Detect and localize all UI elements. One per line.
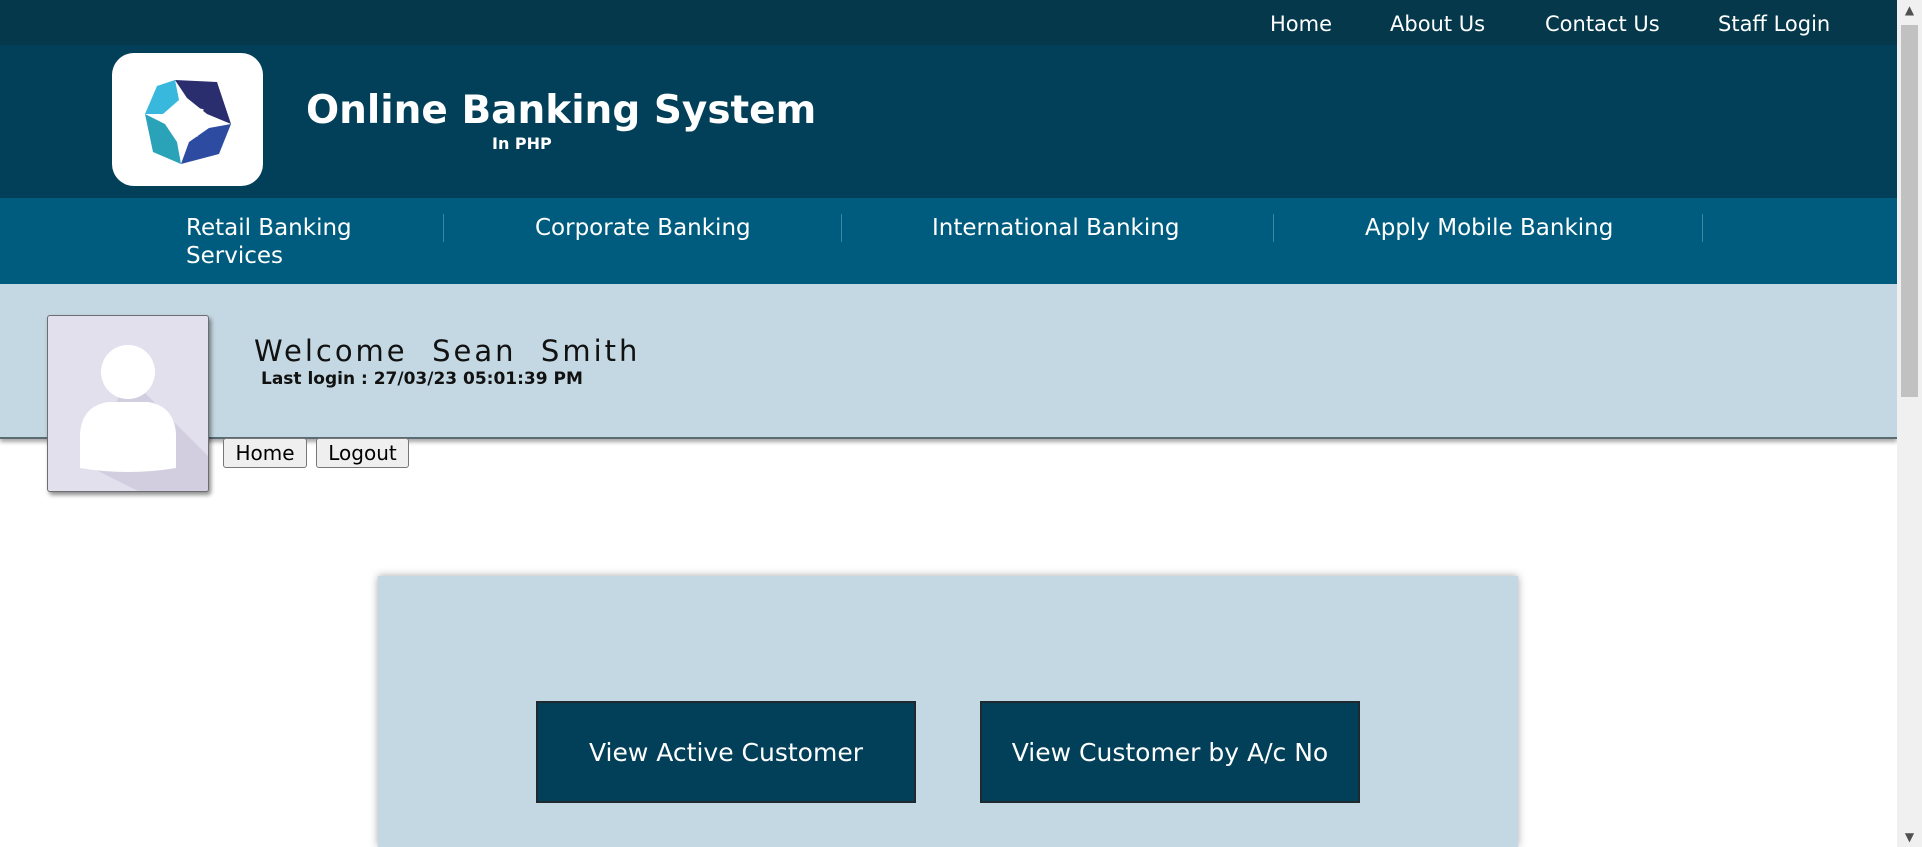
top-nav-about-us[interactable]: About Us xyxy=(1390,12,1485,36)
nav-corporate-banking[interactable]: Corporate Banking xyxy=(535,214,751,242)
scroll-thumb[interactable] xyxy=(1901,25,1918,397)
scroll-down-arrow-icon[interactable]: ▼ xyxy=(1897,827,1922,847)
top-nav-contact-us[interactable]: Contact Us xyxy=(1545,12,1660,36)
nav-divider xyxy=(841,214,842,242)
vertical-scrollbar[interactable]: ▲ ▼ xyxy=(1897,0,1922,847)
bank-logo xyxy=(112,53,263,186)
site-header xyxy=(0,45,1897,198)
nav-retail-banking[interactable]: Retail Banking Services xyxy=(186,214,376,270)
welcome-message: Welcome Sean Smith xyxy=(254,334,641,368)
nav-divider xyxy=(1273,214,1274,242)
nav-divider xyxy=(443,214,444,242)
site-title: Online Banking System xyxy=(306,88,817,133)
nav-apply-mobile-banking[interactable]: Apply Mobile Banking xyxy=(1365,214,1613,242)
nav-divider xyxy=(1702,214,1703,242)
home-button[interactable]: Home xyxy=(223,438,307,468)
top-nav-staff-login[interactable]: Staff Login xyxy=(1718,12,1830,36)
site-subtitle: In PHP xyxy=(492,134,552,153)
user-avatar xyxy=(47,315,209,492)
view-customer-by-account-button[interactable]: View Customer by A/c No xyxy=(980,701,1360,803)
last-login-text: Last login : 27/03/23 05:01:39 PM xyxy=(261,369,583,389)
scroll-up-arrow-icon[interactable]: ▲ xyxy=(1897,0,1922,20)
top-nav-home[interactable]: Home xyxy=(1270,12,1332,36)
logout-button[interactable]: Logout xyxy=(316,438,409,468)
nav-international-banking[interactable]: International Banking xyxy=(932,214,1179,242)
view-active-customer-button[interactable]: View Active Customer xyxy=(536,701,916,803)
